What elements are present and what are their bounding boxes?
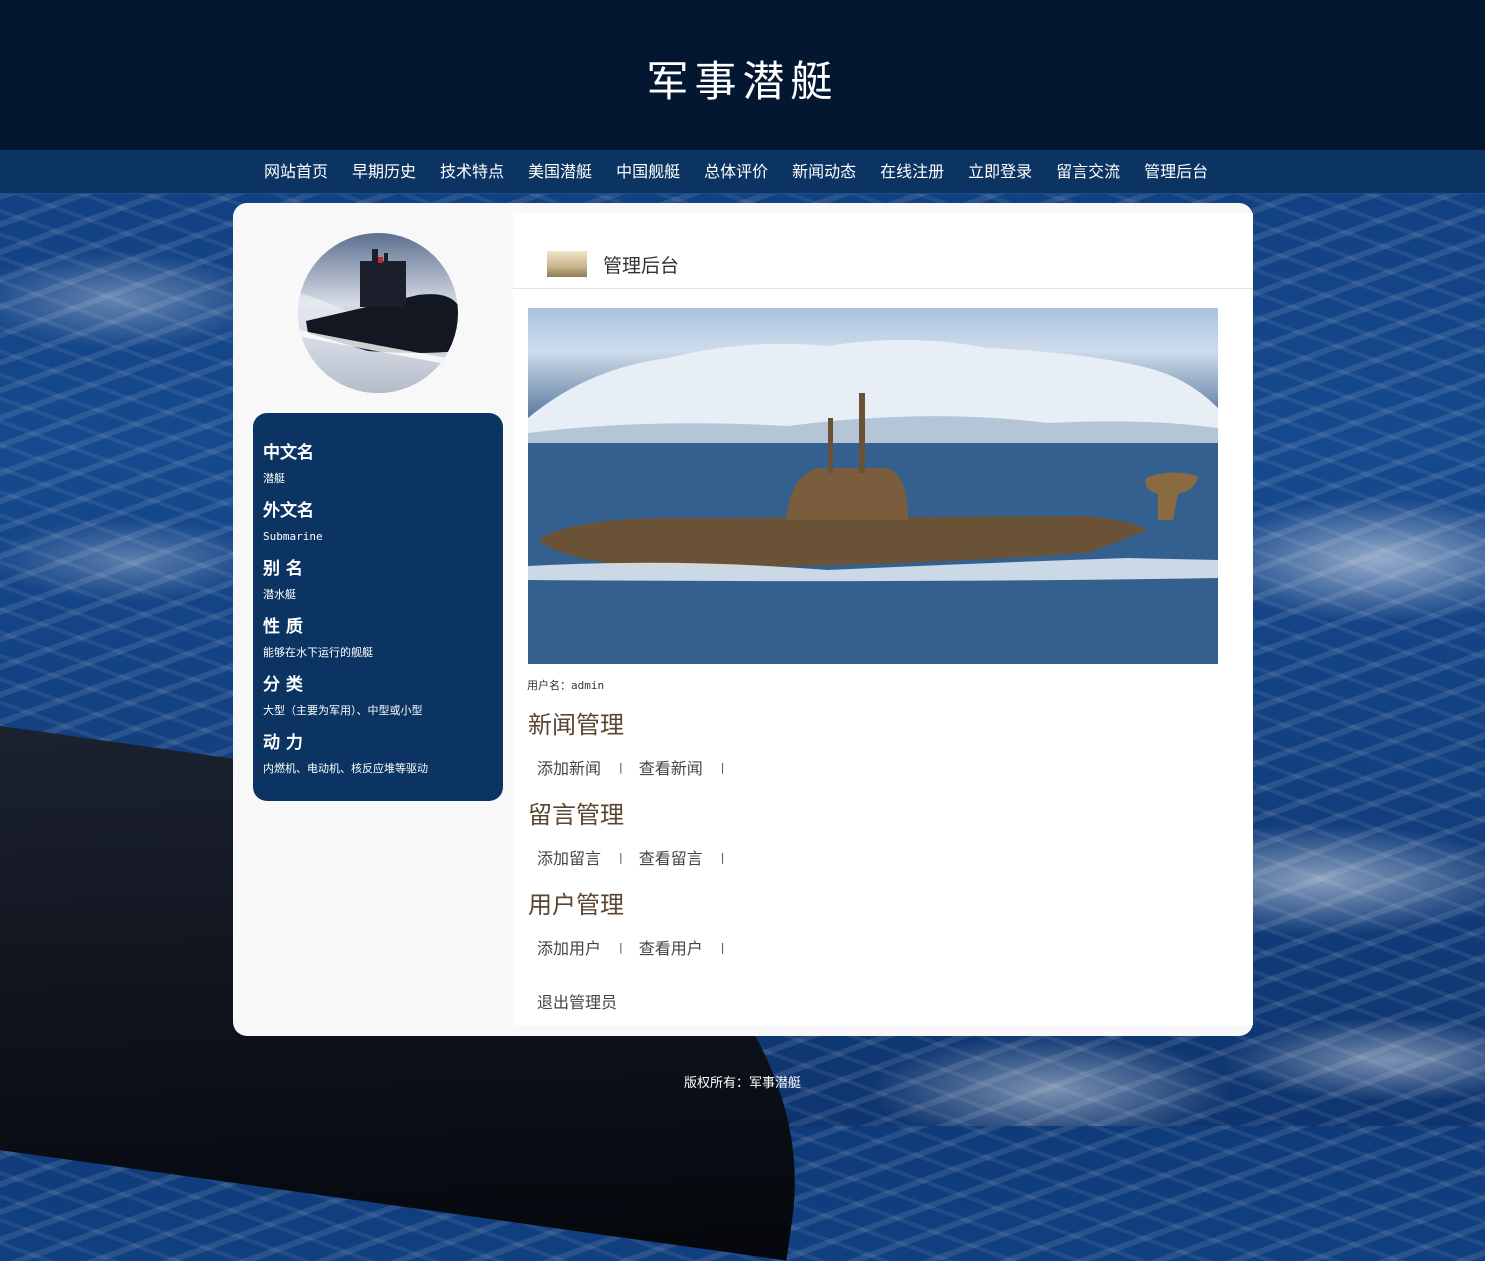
add-user-link[interactable]: 添加用户 [537,935,601,959]
nav-admin[interactable]: 管理后台 [1132,150,1220,193]
link-separator: | [720,940,725,954]
nav-us-submarines[interactable]: 美国潜艇 [516,150,604,193]
info-key: 动 力 [263,733,303,753]
site-title: 军事潜艇 [646,57,839,106]
main-panel: 中文名 潜艇 外文名 Submarine 别 名 潜水艇 性 质 能够在水下运行… [233,203,1253,1036]
nav-overall-review[interactable]: 总体评价 [692,150,780,193]
footer-copyright: 版权所有：军事潜艇 [683,1076,801,1091]
info-value: 能够在水下运行的舰艇 [263,646,373,659]
content-header: 管理后台 [513,213,1253,289]
info-key: 性 质 [263,617,303,637]
news-management-links: 添加新闻 | 查看新闻 | [537,755,740,779]
info-key: 别 名 [263,559,303,579]
header-thumbnail-image [547,251,587,277]
nav-home[interactable]: 网站首页 [252,150,340,193]
submarine-photo [528,308,1218,664]
info-key: 外文名 [263,501,314,521]
info-key: 中文名 [263,443,314,463]
nav-news[interactable]: 新闻动态 [780,150,868,193]
submarine-avatar-image [298,233,458,393]
user-management-links: 添加用户 | 查看用户 | [537,935,740,959]
nav-login[interactable]: 立即登录 [956,150,1044,193]
add-news-link[interactable]: 添加新闻 [537,755,601,779]
nav-tech-features[interactable]: 技术特点 [428,150,516,193]
view-message-link[interactable]: 查看留言 [639,845,703,869]
link-separator: | [720,760,725,774]
username-label: 用户名：admin [527,679,605,692]
info-box: 中文名 潜艇 外文名 Submarine 别 名 潜水艇 性 质 能够在水下运行… [253,413,503,801]
admin-content: 管理后台 用户名：admin 新闻管理 添加新闻 | 查看新闻 | 留言管理 添… [513,213,1253,1025]
main-nav: 网站首页 早期历史 技术特点 美国潜艇 中国舰艇 总体评价 新闻动态 在线注册 … [0,150,1485,194]
link-separator: | [619,940,623,954]
info-key: 分 类 [263,675,303,695]
nav-register[interactable]: 在线注册 [868,150,956,193]
message-management-links: 添加留言 | 查看留言 | [537,845,740,869]
user-management-title: 用户管理 [528,891,624,919]
message-management-title: 留言管理 [528,801,624,829]
nav-early-history[interactable]: 早期历史 [340,150,428,193]
link-separator: | [720,850,725,864]
nav-china-ships[interactable]: 中国舰艇 [604,150,692,193]
link-separator: | [619,850,623,864]
page-title: 管理后台 [603,255,680,277]
link-separator: | [619,760,623,774]
info-value: 潜艇 [263,472,285,485]
site-header: 军事潜艇 [0,0,1485,150]
view-news-link[interactable]: 查看新闻 [639,755,703,779]
logout-admin-link[interactable]: 退出管理员 [537,989,617,1013]
info-value: 潜水艇 [263,588,296,601]
info-value: Submarine [263,530,323,543]
view-user-link[interactable]: 查看用户 [639,935,703,959]
add-message-link[interactable]: 添加留言 [537,845,601,869]
info-value: 内燃机、电动机、核反应堆等驱动 [263,762,428,775]
info-value: 大型（主要为军用）、中型或小型 [263,704,423,717]
nav-messages[interactable]: 留言交流 [1044,150,1132,193]
news-management-title: 新闻管理 [528,711,624,739]
